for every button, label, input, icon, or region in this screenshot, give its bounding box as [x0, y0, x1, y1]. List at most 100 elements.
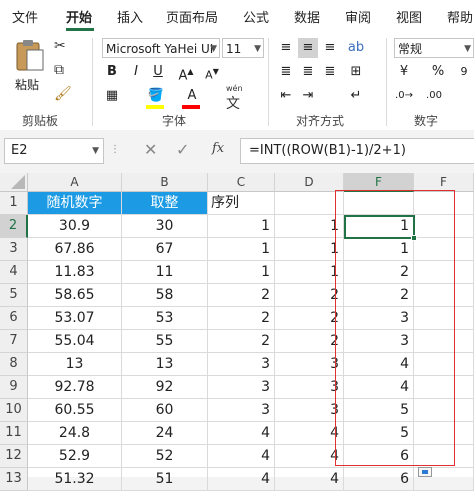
cell-e13[interactable]: 6 — [344, 468, 414, 491]
cell-c2[interactable]: 1 — [208, 215, 275, 238]
cell-c4[interactable]: 1 — [208, 261, 275, 284]
italic-button[interactable]: I — [126, 62, 146, 82]
cell-d11[interactable]: 4 — [275, 422, 344, 445]
cut-icon[interactable]: ✂ — [54, 38, 66, 54]
number-format-combo[interactable]: 常规 ▼ — [394, 38, 474, 58]
font-shrink-icon[interactable]: A▼ — [202, 62, 222, 82]
cell-d10[interactable]: 3 — [275, 399, 344, 422]
cell-d12[interactable]: 4 — [275, 445, 344, 468]
header-cell-c[interactable]: 序列 — [208, 192, 275, 215]
orientation-icon[interactable]: ab — [346, 38, 366, 58]
row-header-12[interactable]: 12 — [0, 445, 28, 468]
font-grow-icon[interactable]: A▲ — [176, 62, 196, 83]
cell-b4[interactable]: 11 — [122, 261, 208, 284]
align-middle-icon[interactable]: ≡ — [298, 38, 318, 58]
font-size-combo[interactable]: 11 ▼ — [222, 38, 264, 58]
column-header-b[interactable]: B — [122, 173, 208, 192]
underline-button[interactable]: U — [148, 62, 168, 82]
cell-a10[interactable]: 60.55 — [28, 399, 122, 422]
cell-b2[interactable]: 30 — [122, 215, 208, 238]
decrease-indent-icon[interactable]: ⇤ — [276, 86, 296, 106]
cell-c5[interactable]: 2 — [208, 284, 275, 307]
align-top-icon[interactable]: ≡ — [276, 38, 296, 58]
align-bottom-icon[interactable]: ≡ — [320, 38, 340, 58]
cell-c10[interactable]: 3 — [208, 399, 275, 422]
cell-b9[interactable]: 92 — [122, 376, 208, 399]
cell-c8[interactable]: 3 — [208, 353, 275, 376]
cancel-icon[interactable]: ✕ — [144, 140, 157, 159]
cell-b3[interactable]: 67 — [122, 238, 208, 261]
comma-style-icon[interactable]: 9 — [454, 62, 474, 82]
cell-a2[interactable]: 30.9 — [28, 215, 122, 238]
cell-a9[interactable]: 92.78 — [28, 376, 122, 399]
header-cell-a[interactable]: 随机数字 — [28, 192, 122, 215]
cell-b8[interactable]: 13 — [122, 353, 208, 376]
cell-b12[interactable]: 52 — [122, 445, 208, 468]
borders-icon[interactable]: ▦ — [102, 86, 122, 106]
row-header-8[interactable]: 8 — [0, 353, 28, 376]
bold-button[interactable]: B — [102, 62, 122, 82]
cell-d7[interactable]: 2 — [275, 330, 344, 353]
row-header-10[interactable]: 10 — [0, 399, 28, 422]
select-all-corner[interactable] — [0, 173, 28, 192]
row-header-1[interactable]: 1 — [0, 192, 28, 215]
cell-a5[interactable]: 58.65 — [28, 284, 122, 307]
cell-b5[interactable]: 58 — [122, 284, 208, 307]
insert-function-icon[interactable]: fx — [212, 141, 224, 156]
cell-d6[interactable]: 2 — [275, 307, 344, 330]
merge-center-icon[interactable]: ⊞ — [346, 62, 366, 82]
cell-a11[interactable]: 24.8 — [28, 422, 122, 445]
cell-d8[interactable]: 3 — [275, 353, 344, 376]
formula-input[interactable]: =INT((ROW(B1)-1)/2+1) — [240, 138, 474, 164]
font-name-combo[interactable]: Microsoft YaHei UI ▼ — [102, 38, 220, 58]
cell-b6[interactable]: 53 — [122, 307, 208, 330]
tab-data[interactable]: 数据 — [294, 7, 320, 26]
align-right-icon[interactable]: ≣ — [320, 62, 340, 82]
row-header-4[interactable]: 4 — [0, 261, 28, 284]
cell-c12[interactable]: 4 — [208, 445, 275, 468]
cell-b7[interactable]: 55 — [122, 330, 208, 353]
row-header-11[interactable]: 11 — [0, 422, 28, 445]
cell-d3[interactable]: 1 — [275, 238, 344, 261]
column-header-a[interactable]: A — [28, 173, 122, 192]
align-left-icon[interactable]: ≣ — [276, 62, 296, 82]
cell-a4[interactable]: 11.83 — [28, 261, 122, 284]
header-cell-d[interactable] — [275, 192, 344, 215]
align-center-icon[interactable]: ≣ — [298, 62, 318, 82]
cell-c7[interactable]: 2 — [208, 330, 275, 353]
cell-d4[interactable]: 1 — [275, 261, 344, 284]
decrease-decimal-icon[interactable]: .00 — [424, 86, 444, 106]
row-header-6[interactable]: 6 — [0, 307, 28, 330]
cell-d5[interactable]: 2 — [275, 284, 344, 307]
header-cell-b[interactable]: 取整 — [122, 192, 208, 215]
row-header-7[interactable]: 7 — [0, 330, 28, 353]
quick-analysis-icon[interactable] — [418, 467, 432, 477]
name-box[interactable]: E2 ▼ — [4, 138, 104, 164]
wrap-text-icon[interactable]: ↵ — [346, 86, 366, 106]
tab-page-layout[interactable]: 页面布局 — [166, 7, 218, 26]
cell-b11[interactable]: 24 — [122, 422, 208, 445]
increase-indent-icon[interactable]: ⇥ — [298, 86, 318, 106]
cell-a12[interactable]: 52.9 — [28, 445, 122, 468]
cell-a7[interactable]: 55.04 — [28, 330, 122, 353]
fill-color-icon[interactable]: 🪣 — [146, 86, 166, 106]
tab-formulas[interactable]: 公式 — [243, 7, 269, 26]
cell-a3[interactable]: 67.86 — [28, 238, 122, 261]
row-header-2[interactable]: 2 — [0, 215, 28, 238]
column-header-d[interactable]: D — [275, 173, 344, 192]
paste-button[interactable]: 粘贴 — [10, 38, 48, 98]
cell-d9[interactable]: 3 — [275, 376, 344, 399]
tab-help[interactable]: 帮助 — [447, 7, 473, 26]
cell-b10[interactable]: 60 — [122, 399, 208, 422]
cell-d13[interactable]: 4 — [275, 468, 344, 491]
tab-review[interactable]: 审阅 — [345, 7, 371, 26]
font-color-icon[interactable]: A — [182, 86, 202, 106]
cell-c9[interactable]: 3 — [208, 376, 275, 399]
column-header-c[interactable]: C — [208, 173, 275, 192]
cell-a8[interactable]: 13 — [28, 353, 122, 376]
increase-decimal-icon[interactable]: .0→ — [394, 86, 414, 106]
cell-c3[interactable]: 1 — [208, 238, 275, 261]
cell-b13[interactable]: 51 — [122, 468, 208, 491]
cell-a6[interactable]: 53.07 — [28, 307, 122, 330]
row-header-13[interactable]: 13 — [0, 468, 28, 491]
